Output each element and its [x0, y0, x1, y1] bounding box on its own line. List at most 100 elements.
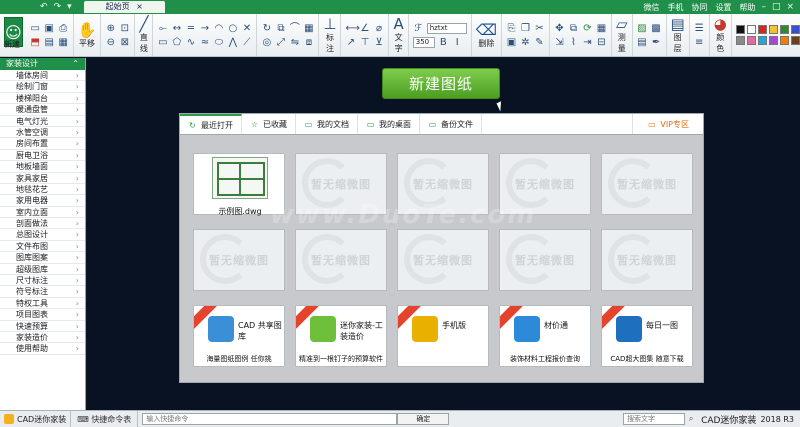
diagonal-icon[interactable]: ⟋: [241, 37, 252, 48]
annotate-tool[interactable]: ⊥ 标注: [319, 14, 342, 56]
sidebar-item[interactable]: 文件布图 ›: [0, 241, 85, 253]
tab-documents[interactable]: ▭ 我的文档: [296, 114, 358, 134]
explode-icon[interactable]: ✲: [520, 37, 531, 48]
sidebar-item[interactable]: 厨电卫浴 ›: [0, 150, 85, 162]
close-icon[interactable]: ×: [136, 2, 143, 11]
sidebar-item[interactable]: 图库图案 ›: [0, 252, 85, 264]
pen-icon[interactable]: ✒: [651, 37, 662, 48]
sidebar-item[interactable]: 尺寸标注 ›: [0, 275, 85, 287]
command-input[interactable]: [142, 413, 398, 425]
image-icon[interactable]: ▨: [637, 23, 648, 34]
color-swatch[interactable]: [746, 25, 756, 34]
tab-desktop[interactable]: ▭ 我的桌面: [358, 114, 420, 134]
linetype-icon[interactable]: ☰: [694, 23, 705, 34]
open-icon[interactable]: ▭: [30, 23, 41, 34]
sidebar-item[interactable]: 符号标注 ›: [0, 286, 85, 298]
tab-favorites[interactable]: ☆ 已收藏: [242, 114, 296, 134]
rotate2-icon[interactable]: ⟳: [582, 23, 593, 34]
tab-backup[interactable]: ▭ 备份文件: [420, 114, 482, 134]
sidebar-item[interactable]: 家装造价 ›: [0, 332, 85, 344]
sidebar-header[interactable]: 家装设计 ⌃: [0, 58, 85, 70]
preview-icon[interactable]: ▦: [58, 37, 69, 48]
color-swatch[interactable]: [790, 25, 800, 34]
cut-icon[interactable]: ✂: [534, 23, 545, 34]
stretch-icon[interactable]: ⇲: [554, 37, 565, 48]
sidebar-item[interactable]: 室内立面 ›: [0, 207, 85, 219]
line-tool[interactable]: ╱ 直线: [135, 14, 154, 56]
text-tool[interactable]: A 文字: [389, 14, 409, 56]
link-mobile[interactable]: 手机: [667, 2, 683, 13]
export-icon[interactable]: ⬒: [30, 37, 41, 48]
array-icon[interactable]: ▦: [596, 23, 607, 34]
delete-tool[interactable]: ⌫ 删除: [472, 14, 502, 56]
promo-card[interactable]: 手机版: [397, 305, 489, 367]
dim-radius-icon[interactable]: ⌀: [373, 23, 384, 34]
sidebar-item[interactable]: 墙体房间 ›: [0, 70, 85, 82]
link-wechat[interactable]: 微信: [643, 2, 659, 13]
sidebar-item[interactable]: 电气灯光 ›: [0, 116, 85, 127]
color-swatch[interactable]: [757, 25, 767, 34]
dim-align-icon[interactable]: ⟷: [345, 23, 359, 34]
polyline-icon[interactable]: ⟜: [157, 23, 168, 34]
move-icon[interactable]: ✥: [554, 23, 565, 34]
zoom-in-icon[interactable]: ⊕: [105, 23, 116, 34]
sidebar-item[interactable]: 房间布置 ›: [0, 138, 85, 150]
color-swatch[interactable]: [746, 36, 756, 45]
leader-icon[interactable]: ↗: [345, 37, 356, 48]
pan-tool[interactable]: ✋ 平移: [74, 14, 102, 56]
copy-icon[interactable]: ⧉: [275, 23, 286, 34]
grid-icon[interactable]: ▦: [303, 23, 314, 34]
sidebar-item[interactable]: 地毯花艺 ›: [0, 184, 85, 196]
lineweight-icon[interactable]: ≡: [694, 37, 705, 48]
double-line-icon[interactable]: ═: [185, 23, 196, 34]
sidebar-item[interactable]: 家用电器 ›: [0, 195, 85, 207]
sidebar-item[interactable]: 总图设计 ›: [0, 229, 85, 241]
measure-tool[interactable]: ▱ 测量: [612, 14, 633, 56]
circle-icon[interactable]: ○: [227, 23, 238, 34]
bold-icon[interactable]: B: [438, 37, 449, 48]
sidebar-item[interactable]: 水管空调 ›: [0, 127, 85, 139]
rotate-icon[interactable]: ↻: [261, 23, 272, 34]
match-icon[interactable]: ✎: [534, 37, 545, 48]
fillet-icon[interactable]: ⌒: [289, 23, 300, 34]
redo-icon[interactable]: ↷: [54, 2, 62, 12]
color-swatch[interactable]: [735, 25, 745, 34]
ray-icon[interactable]: →: [199, 23, 210, 34]
extend-icon[interactable]: ⇥: [582, 37, 593, 48]
promo-card[interactable]: 每日一图 CAD超大图集 随意下载: [601, 305, 693, 367]
sidebar-item[interactable]: 剖面做法 ›: [0, 218, 85, 230]
promo-card[interactable]: 迷你家装-工装造价 精准到一根钉子的预算软件: [295, 305, 387, 367]
color-swatch[interactable]: [768, 25, 778, 34]
search-icon[interactable]: ⌕: [685, 414, 697, 424]
app-switch[interactable]: CAD迷你家装: [0, 411, 72, 427]
scale-icon[interactable]: ⤢: [275, 37, 286, 48]
ellipse-icon[interactable]: ⬭: [213, 37, 224, 48]
layer-tool[interactable]: ▤ 图层: [667, 14, 690, 56]
paste-icon[interactable]: ⎘: [506, 23, 517, 34]
mirror-icon[interactable]: ⇋: [289, 37, 300, 48]
rect-icon[interactable]: ▭: [157, 37, 168, 48]
sidebar-item[interactable]: 暖通盘管 ›: [0, 104, 85, 116]
color-tool[interactable]: ◕ 颜色: [710, 14, 732, 56]
copy2-icon[interactable]: ⧉: [568, 23, 579, 34]
sidebar-item[interactable]: 使用帮助 ›: [0, 343, 85, 355]
maximize-icon[interactable]: □: [772, 2, 781, 12]
spline-icon[interactable]: ∿: [185, 37, 196, 48]
dim-angle-icon[interactable]: ∠: [359, 23, 370, 34]
new-button[interactable]: 新建: [4, 39, 20, 50]
new-drawing-button[interactable]: 新建图纸: [382, 68, 500, 99]
minimize-icon[interactable]: –: [761, 2, 766, 12]
section-icon[interactable]: ⊻: [373, 37, 384, 48]
dim-line-icon[interactable]: ↔: [171, 23, 182, 34]
printer-icon[interactable]: ▤: [44, 37, 55, 48]
sidebar-item[interactable]: 家具家居 ›: [0, 173, 85, 184]
zoom-extent-icon[interactable]: ⊠: [119, 37, 130, 48]
break-icon[interactable]: ⊟: [596, 37, 607, 48]
link-collab[interactable]: 协同: [691, 2, 707, 13]
link-settings[interactable]: 设置: [715, 2, 731, 13]
color-swatch[interactable]: [735, 36, 745, 45]
close-window-icon[interactable]: ×: [786, 2, 794, 12]
color-swatch[interactable]: [790, 36, 800, 45]
tab-vip[interactable]: ▭ VIP专区: [632, 114, 703, 134]
print-icon[interactable]: ⎙: [58, 23, 69, 34]
